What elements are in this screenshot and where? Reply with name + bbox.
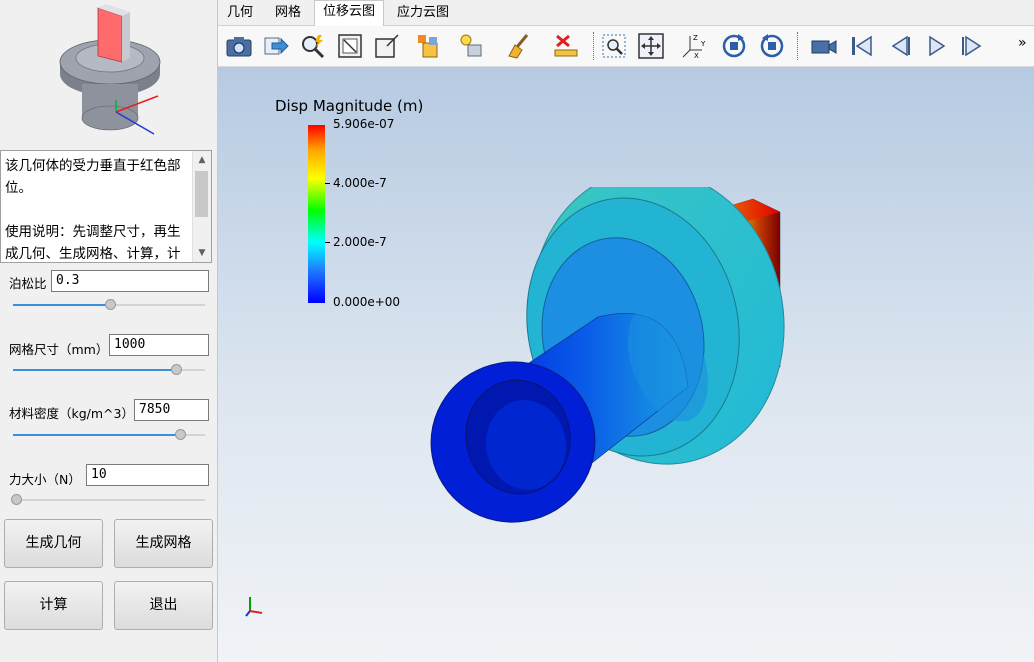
viewer-toolbar: Z Y X » <box>218 26 1034 67</box>
video-camera-icon[interactable] <box>810 32 838 60</box>
export-icon[interactable] <box>262 32 290 60</box>
tab-geometry[interactable]: 几何 <box>222 2 258 25</box>
param-label: 网格尺寸（mm） <box>9 342 109 357</box>
mesh-size-slider[interactable] <box>13 364 205 375</box>
display-mode-icon[interactable] <box>415 32 443 60</box>
3d-viewport[interactable]: Disp Magnitude (m) 5.906e-07 4.000e-7 2.… <box>218 67 1034 662</box>
poisson-input[interactable]: 0.3 <box>51 270 209 292</box>
legend-label: 2.000e-7 <box>333 235 387 249</box>
description-box[interactable]: 该几何体的受力垂直于红色部位。 使用说明：先调整尺寸，再生成几何、生成网格、计算… <box>0 150 212 263</box>
prev-frame-icon[interactable] <box>885 32 913 60</box>
param-force: 力大小（N） 10 <box>0 463 217 505</box>
toolbar-separator <box>797 32 798 60</box>
gen-geometry-button[interactable]: 生成几何 <box>4 519 103 568</box>
force-slider[interactable] <box>11 494 205 505</box>
legend-tick <box>325 183 330 184</box>
poisson-slider[interactable] <box>13 299 205 310</box>
slider-handle[interactable] <box>175 429 186 440</box>
control-panel: 该几何体的受力垂直于红色部位。 使用说明：先调整尺寸，再生成几何、生成网格、计算… <box>0 0 218 662</box>
play-icon[interactable] <box>922 32 950 60</box>
scroll-down-icon[interactable]: ▼ <box>193 244 211 262</box>
mesh-size-input[interactable]: 1000 <box>109 334 209 356</box>
next-frame-icon[interactable] <box>959 32 987 60</box>
exit-button[interactable]: 退出 <box>114 581 213 630</box>
param-label: 力大小（N） <box>9 472 81 487</box>
view-front-icon[interactable] <box>336 32 364 60</box>
param-label: 材料密度（kg/m^3） <box>9 406 134 421</box>
pan-icon[interactable] <box>637 32 665 60</box>
zoom-fit-icon[interactable] <box>299 32 327 60</box>
color-scale-bar <box>308 125 325 303</box>
clear-brush-icon[interactable] <box>505 32 533 60</box>
legend-label: 4.000e-7 <box>333 176 387 190</box>
svg-text:X: X <box>694 52 699 60</box>
zoom-window-icon[interactable] <box>600 32 628 60</box>
force-input[interactable]: 10 <box>86 464 209 486</box>
toolbar-overflow-icon[interactable]: » <box>1018 35 1027 51</box>
camera-icon[interactable] <box>225 32 253 60</box>
param-label: 泊松比 <box>9 276 47 291</box>
svg-text:Z: Z <box>693 34 698 42</box>
scroll-up-icon[interactable]: ▲ <box>193 151 211 169</box>
slider-handle[interactable] <box>171 364 182 375</box>
gen-mesh-button[interactable]: 生成网格 <box>114 519 213 568</box>
displacement-model <box>430 187 785 523</box>
scroll-thumb[interactable] <box>195 171 208 217</box>
view-tabs: 几何 网格 位移云图 应力云图 <box>218 0 1034 26</box>
slider-handle[interactable] <box>11 494 22 505</box>
measure-clear-icon[interactable] <box>552 32 580 60</box>
first-frame-icon[interactable] <box>848 32 876 60</box>
legend-min-label: 0.000e+00 <box>333 295 401 309</box>
legend-max-label: 5.906e-07 <box>333 117 395 131</box>
legend-title: Disp Magnitude (m) <box>275 97 424 115</box>
description-text: 该几何体的受力垂直于红色部位。 使用说明：先调整尺寸，再生成几何、生成网格、计算… <box>5 158 181 260</box>
axis-orientation-icon[interactable]: Z Y X <box>680 32 708 60</box>
description-scrollbar[interactable]: ▲ ▼ <box>192 151 211 262</box>
toolbar-separator <box>593 32 594 60</box>
param-poisson: 泊松比 0.3 <box>0 268 217 310</box>
geometry-preview <box>59 4 161 135</box>
axis-triad-icon <box>245 597 263 617</box>
shading-icon[interactable] <box>458 32 486 60</box>
svg-text:Y: Y <box>700 40 706 48</box>
legend-tick <box>325 242 330 243</box>
tab-mesh[interactable]: 网格 <box>268 2 308 25</box>
slider-handle[interactable] <box>105 299 116 310</box>
rotate-cw-icon[interactable] <box>720 32 748 60</box>
tab-displacement[interactable]: 位移云图 <box>314 0 384 26</box>
param-mesh-size: 网格尺寸（mm） 1000 <box>0 333 217 375</box>
density-input[interactable]: 7850 <box>134 399 209 421</box>
rotate-ccw-icon[interactable] <box>758 32 786 60</box>
density-slider[interactable] <box>13 429 205 440</box>
param-density: 材料密度（kg/m^3） 7850 <box>0 398 217 440</box>
tab-stress[interactable]: 应力云图 <box>390 2 456 25</box>
view-back-icon[interactable] <box>373 32 401 60</box>
compute-button[interactable]: 计算 <box>4 581 103 630</box>
